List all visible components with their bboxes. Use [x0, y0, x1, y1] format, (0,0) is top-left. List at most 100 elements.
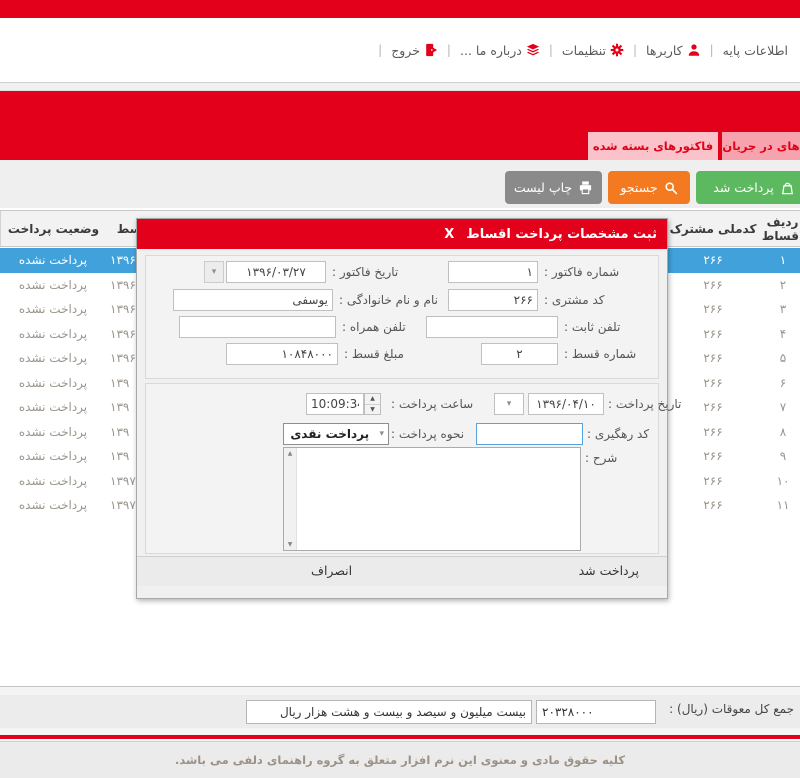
amount-input[interactable] — [226, 343, 338, 365]
nav-item-logout[interactable]: خروج — [391, 43, 438, 58]
nav-item-base-info[interactable]: اطلاعات پایه — [723, 43, 788, 58]
invoice-date-label: تاریخ فاکتور : — [332, 265, 398, 279]
phone-input[interactable] — [426, 316, 558, 338]
description-textarea[interactable]: ▲ ▼ — [283, 447, 581, 551]
page-footer: کلیه حقوق مادی و معنوی این نرم افزار متع… — [0, 741, 800, 778]
dialog-cancel-button[interactable]: انصراف — [311, 563, 352, 578]
main-navbar: اطلاعات پایه | کاربرها | تنظیمات | دربار… — [0, 18, 800, 82]
bottom-strip — [0, 687, 800, 695]
cell-code: ۲۶۶ — [668, 371, 758, 396]
pay-time-input[interactable] — [306, 393, 364, 415]
paid-button[interactable]: پرداخت شد — [696, 171, 800, 204]
cell-status: پرداخت نشده — [0, 273, 106, 298]
customer-code-label: کد مشتری : — [544, 293, 604, 307]
invoice-no-input[interactable] — [448, 261, 538, 283]
nav-item-about[interactable]: درباره ما ... — [460, 43, 540, 58]
pay-method-select[interactable]: ▾ پرداخت نقدی — [283, 423, 389, 445]
cell-code: ۲۶۶ — [668, 469, 758, 494]
scroll-down-icon[interactable]: ▼ — [288, 541, 293, 548]
nav-item-users[interactable]: کاربرها — [646, 43, 701, 58]
dialog-footer: پرداخت شد انصراف — [137, 556, 667, 586]
print-list-button-label: چاپ لیست — [514, 180, 572, 195]
tab-invoices-in-progress[interactable]: های در جریان — [722, 132, 800, 160]
cell-no: ۱۱ — [758, 493, 800, 518]
spinner-up-icon[interactable]: ▲ — [365, 394, 380, 404]
dialog-title: ثبت مشخصات پرداخت اقساط — [466, 227, 657, 242]
cell-code: ۲۶۶ — [668, 444, 758, 469]
tab-invoices-closed[interactable]: فاکتورهای بسته شده — [588, 132, 718, 160]
chevron-down-icon: ▾ — [375, 429, 388, 439]
nav-item-label: اطلاعات پایه — [723, 43, 788, 58]
exit-icon — [424, 43, 438, 57]
search-icon — [664, 181, 678, 195]
cell-status: پرداخت نشده — [0, 469, 106, 494]
money-bag-icon — [780, 180, 795, 195]
red-divider-line — [0, 735, 800, 739]
cell-code: ۲۶۶ — [668, 395, 758, 420]
paid-button-label: پرداخت شد — [713, 180, 773, 195]
copyright-text: کلیه حقوق مادی و معنوی این نرم افزار متع… — [175, 753, 625, 767]
totals-amount-words-field[interactable] — [246, 700, 532, 724]
scroll-up-icon[interactable]: ▲ — [288, 450, 293, 457]
cell-no: ۹ — [758, 444, 800, 469]
cell-status: پرداخت نشده — [0, 346, 106, 371]
totals-amount-field[interactable] — [536, 700, 656, 724]
installment-no-input[interactable] — [481, 343, 558, 365]
mobile-input[interactable] — [179, 316, 336, 338]
close-icon[interactable]: X — [444, 227, 454, 242]
invoice-date-dropdown[interactable]: ▾ — [204, 261, 224, 283]
cell-code: ۲۶۶ — [668, 248, 758, 273]
chevron-down-icon: ▾ — [503, 399, 516, 409]
cell-status: پرداخت نشده — [0, 371, 106, 396]
cell-status: پرداخت نشده — [0, 395, 106, 420]
tab-label: های در جریان — [722, 139, 799, 153]
amount-label: مبلغ قسط : — [344, 347, 404, 361]
pay-date-dropdown[interactable]: ▾ — [494, 393, 524, 415]
nav-item-label: خروج — [391, 43, 420, 58]
cell-code: ۲۶۶ — [668, 493, 758, 518]
nav-separator: | — [447, 43, 451, 57]
nav-item-label: تنظیمات — [562, 43, 606, 58]
cell-no: ۱ — [758, 248, 800, 273]
app-window: اطلاعات پایه | کاربرها | تنظیمات | دربار… — [0, 0, 800, 778]
cell-status: پرداخت نشده — [0, 297, 106, 322]
pay-method-label: نحوه پرداخت : — [391, 427, 464, 441]
header-payment-status[interactable]: وضعیت پرداخت — [0, 211, 106, 246]
nav-item-settings[interactable]: تنظیمات — [562, 43, 624, 58]
divider-strip — [0, 82, 800, 91]
cell-status: پرداخت نشده — [0, 493, 106, 518]
search-button-label: جستجو — [620, 180, 657, 195]
textarea-scrollbar[interactable]: ▲ ▼ — [284, 448, 297, 550]
header-row-no[interactable]: ردیف اقساط — [758, 211, 800, 246]
pay-date-label: تاریخ پرداخت : — [608, 397, 681, 411]
invoice-date-input[interactable] — [226, 261, 326, 283]
gear-icon — [610, 43, 624, 57]
spinner-down-icon[interactable]: ▼ — [365, 404, 380, 415]
cell-status: پرداخت نشده — [0, 444, 106, 469]
totals-label: جمع کل معوقات (ریال) : — [669, 702, 794, 716]
nav-separator: | — [633, 43, 637, 57]
pay-time-label: ساعت پرداخت : — [391, 397, 473, 411]
phone-label: تلفن ثابت : — [564, 320, 620, 334]
cell-no: ۶ — [758, 371, 800, 396]
nav-menu: اطلاعات پایه | کاربرها | تنظیمات | دربار… — [378, 40, 788, 60]
user-icon — [687, 43, 701, 57]
header-subscriber-code[interactable]: کدملی مشترک — [668, 211, 758, 246]
pay-date-input[interactable] — [528, 393, 604, 415]
top-red-bar — [0, 0, 800, 18]
nav-item-label: کاربرها — [646, 43, 683, 58]
cell-no: ۸ — [758, 420, 800, 445]
customer-code-input[interactable] — [448, 289, 538, 311]
nav-separator: | — [549, 43, 553, 57]
cell-no: ۱۰ — [758, 469, 800, 494]
print-list-button[interactable]: چاپ لیست — [505, 171, 602, 204]
cell-no: ۲ — [758, 273, 800, 298]
full-name-input[interactable] — [173, 289, 333, 311]
search-button[interactable]: جستجو — [608, 171, 690, 204]
cell-no: ۷ — [758, 395, 800, 420]
nav-separator: | — [378, 43, 382, 57]
tracking-code-input[interactable] — [476, 423, 583, 445]
time-spinner[interactable]: ▲ ▼ — [364, 393, 381, 415]
dialog-paid-button[interactable]: پرداخت شد — [579, 563, 639, 578]
description-label: شرح : — [585, 451, 617, 465]
